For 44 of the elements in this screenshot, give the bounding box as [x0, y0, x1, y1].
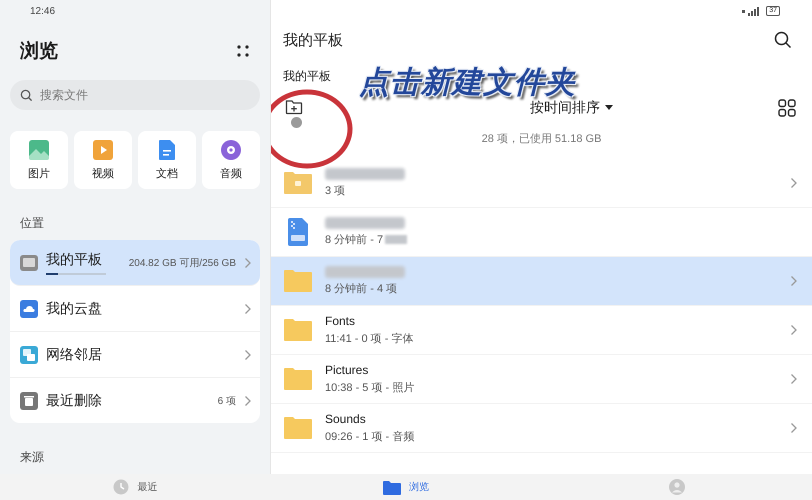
location-detail: 204.82 GB 可用/256 GB — [128, 256, 236, 270]
location-item[interactable]: 我的云盘 — [10, 286, 260, 332]
category-label: 图片 — [28, 167, 50, 181]
file-details: 11:41 - 0 项 - 字体 — [325, 332, 414, 346]
search-field[interactable]: 搜索文件 — [10, 80, 260, 110]
storage-summary: 28 项，已使用 51.18 GB — [480, 132, 602, 147]
location-label: 我的平板 — [46, 250, 103, 268]
page-title: 我的平板 — [283, 30, 343, 50]
category-card[interactable]: 视频 — [74, 131, 132, 189]
category-card[interactable]: 图片 — [10, 131, 68, 189]
location-detail: 6 项 — [218, 394, 236, 408]
category-label: 视频 — [92, 167, 114, 181]
breadcrumb[interactable]: 我的平板 — [283, 68, 331, 85]
category-card[interactable]: 音频 — [202, 131, 260, 189]
location-label: 网络邻居 — [46, 346, 103, 364]
file-row[interactable]: Sounds 09:26 - 1 项 - 音频 — [271, 404, 812, 453]
section-heading: 位置 — [19, 215, 45, 232]
category-card[interactable]: 文档 — [138, 131, 196, 189]
location-item[interactable]: 最近删除 6 项 — [10, 378, 260, 423]
location-item[interactable]: 网络邻居 — [10, 332, 260, 378]
category-label: 音频 — [220, 166, 242, 181]
file-row[interactable]: 8 分钟前 - 4 项 — [271, 257, 812, 306]
location-label: 最近删除 — [46, 392, 103, 410]
status-time: 12:46 — [29, 5, 56, 19]
nav-tab[interactable]: 最近 — [0, 474, 271, 500]
file-row[interactable]: Pictures 10:38 - 5 项 - 照片 — [271, 355, 812, 404]
section-heading: 来源 — [19, 449, 45, 466]
sidebar-title: 浏览 — [20, 40, 58, 64]
annotation-text: 点击新建文件夹 — [359, 65, 576, 100]
sort-dropdown[interactable]: 按时间排序 — [530, 99, 613, 117]
file-details: 8 分钟前 - 7 — [325, 233, 384, 247]
file-name: Fonts — [325, 314, 356, 328]
nav-tab[interactable]: 浏览 — [270, 474, 542, 500]
file-details: 3 项 — [325, 184, 346, 198]
file-name: Sounds — [325, 412, 367, 426]
file-row[interactable]: Fonts 11:41 - 0 项 - 字体 — [271, 306, 812, 355]
file-details: 10:38 - 5 项 - 照片 — [325, 381, 414, 395]
file-name: Pictures — [325, 363, 370, 377]
file-details: 8 分钟前 - 4 项 — [325, 282, 398, 296]
category-label: 文档 — [156, 166, 178, 181]
location-item[interactable]: 我的平板 204.82 GB 可用/256 GB — [10, 240, 260, 286]
file-row[interactable]: 3 项 — [271, 159, 812, 208]
file-details: 09:26 - 1 项 - 音频 — [325, 430, 414, 444]
location-label: 我的云盘 — [46, 300, 103, 318]
